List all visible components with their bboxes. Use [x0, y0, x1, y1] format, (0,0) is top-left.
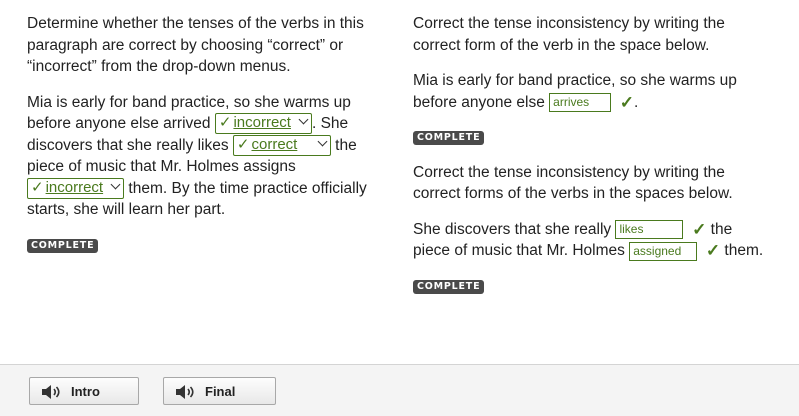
sentence: She discovers that she really likes ✓ th…: [413, 219, 773, 262]
instructions: Correct the tense inconsistency by writi…: [413, 163, 733, 203]
check-icon: ✓: [705, 241, 721, 261]
speaker-icon: [42, 385, 60, 399]
complete-badge: COMPLETE: [413, 131, 485, 146]
question-left: Determine whether the tenses of the verb…: [27, 13, 392, 254]
answer-input-arrives[interactable]: arrives: [549, 92, 612, 112]
tense-dropdown-3[interactable]: ✓ incorrect: [27, 177, 125, 199]
intro-button[interactable]: Intro: [29, 377, 139, 405]
dropdown-value: incorrect: [45, 178, 104, 196]
chevron-down-icon: [317, 136, 328, 147]
complete-badge: COMPLETE: [27, 238, 99, 253]
check-icon: ✓: [619, 92, 635, 112]
tense-dropdown-1[interactable]: ✓ incorrect: [214, 113, 312, 135]
tense-dropdown-2[interactable]: ✓ correct: [232, 134, 331, 156]
instructions: Correct the tense inconsistency by writi…: [413, 15, 725, 54]
dropdown-value: incorrect: [233, 114, 291, 132]
check-icon: ✓: [31, 178, 44, 196]
sentence-text: them.: [724, 242, 764, 260]
final-label: Final: [205, 384, 236, 399]
final-button[interactable]: Final: [163, 377, 276, 405]
complete-badge: COMPLETE: [413, 279, 485, 294]
chevron-down-icon: [298, 114, 309, 125]
speaker-icon: [176, 385, 194, 399]
answer-input-assigned[interactable]: assigned: [629, 241, 698, 261]
intro-label: Intro: [71, 384, 100, 399]
dropdown-value: correct: [251, 135, 298, 153]
instructions: Determine whether the tenses of the verb…: [27, 15, 364, 75]
footer-bar: Intro Final: [0, 364, 799, 416]
sentence-text: .: [634, 93, 639, 111]
check-icon: ✓: [218, 114, 232, 132]
paragraph: Mia is early for band practice, so she w…: [27, 92, 392, 221]
check-icon: ✓: [236, 135, 250, 153]
chevron-down-icon: [110, 179, 121, 190]
check-icon: ✓: [692, 219, 707, 239]
question-right: Correct the tense inconsistency by writi…: [413, 13, 773, 295]
answer-input-likes[interactable]: likes: [615, 220, 684, 240]
sentence: Mia is early for band practice, so she w…: [413, 70, 773, 113]
sentence-text: She discovers that she really: [413, 220, 612, 238]
